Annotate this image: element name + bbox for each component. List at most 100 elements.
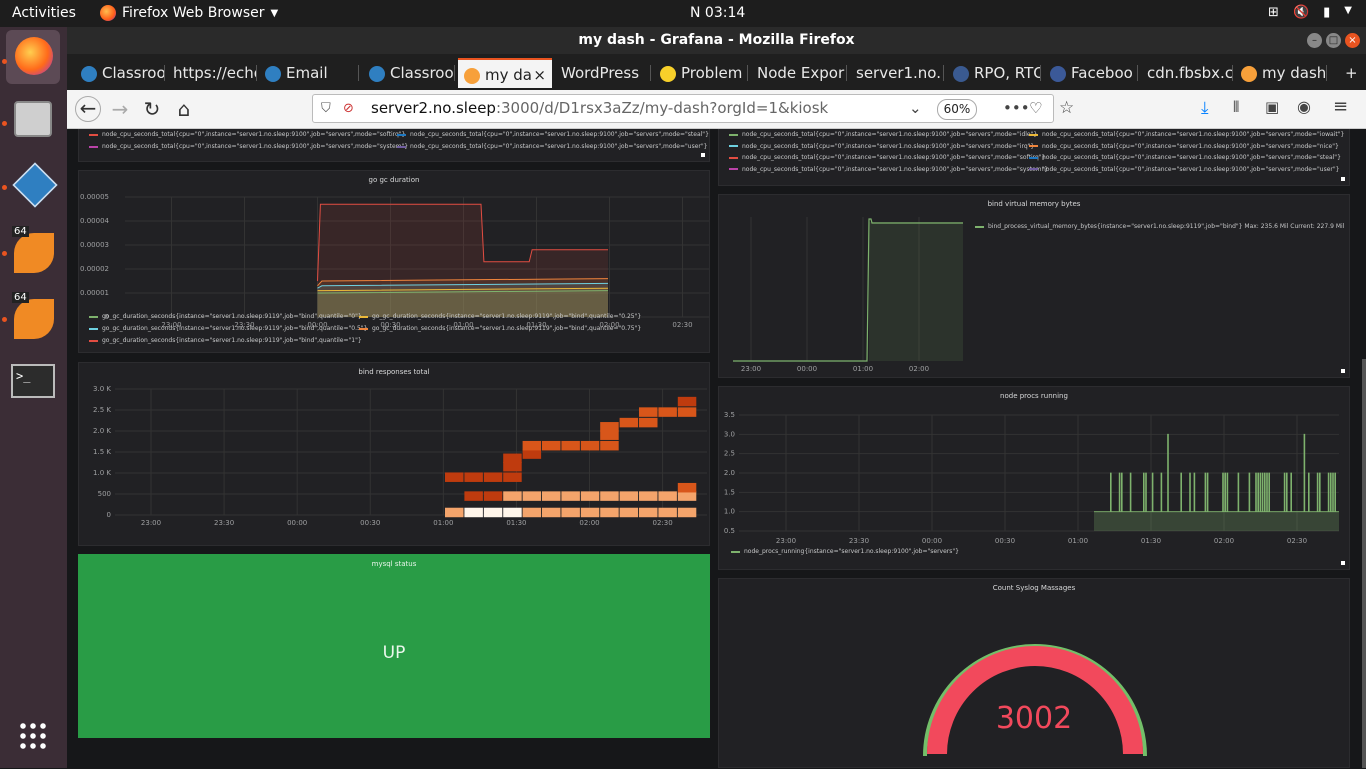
account-icon[interactable]: ◉	[1297, 97, 1311, 116]
more-actions-icon[interactable]: •••	[1003, 95, 1030, 122]
tab-label: Faceboo	[1071, 64, 1133, 82]
heatmap-cell	[522, 449, 542, 459]
resize-handle[interactable]	[701, 153, 705, 157]
activities-button[interactable]: Activities	[12, 5, 76, 21]
heatmap-cell	[677, 507, 697, 518]
tick-label: 02:30	[1287, 537, 1307, 545]
url-bar[interactable]: ⛉ ⊘ server2.no.sleep:3000/d/D1rsx3aZz/my…	[312, 94, 1054, 123]
tab-2[interactable]: https://echo	[167, 58, 257, 88]
tick-label: 2.0	[724, 469, 735, 477]
new-tab-button[interactable]: +	[1339, 58, 1363, 88]
dock-virtualbox[interactable]	[6, 157, 60, 211]
app-menu[interactable]: Firefox Web Browser ▼	[100, 5, 278, 21]
legend-item[interactable]: node_cpu_seconds_total{cpu="0",instance=…	[89, 143, 408, 150]
panel-title[interactable]: node procs running	[719, 392, 1349, 400]
panel-title[interactable]: mysql status	[79, 560, 709, 568]
minimize-button[interactable]: –	[1307, 33, 1322, 48]
panel-title[interactable]: bind responses total	[79, 368, 709, 376]
tab-8[interactable]: Node Expor	[751, 58, 847, 88]
legend-item[interactable]: go_gc_duration_seconds{instance="server1…	[89, 313, 362, 320]
scrollbar[interactable]	[1362, 359, 1366, 768]
legend-item[interactable]: go_gc_duration_seconds{instance="server1…	[359, 325, 641, 332]
running-indicator	[2, 185, 7, 190]
series-area	[1094, 511, 1339, 531]
dock-app-64-a[interactable]: 64	[6, 223, 60, 277]
dock-files[interactable]	[6, 93, 60, 147]
legend-item[interactable]: node_cpu_seconds_total{cpu="0",instance=…	[397, 131, 709, 138]
forward-button[interactable]: →	[107, 96, 133, 122]
heatmap-cell	[677, 482, 697, 493]
download-icon[interactable]: ⤓	[1201, 98, 1209, 118]
legend-item[interactable]: go_gc_duration_seconds{instance="server1…	[359, 313, 641, 320]
pocket-icon[interactable]: ♡	[1029, 95, 1042, 122]
close-tab-icon[interactable]: ×	[533, 60, 546, 88]
files-icon	[14, 101, 52, 137]
panel-bind-responses-total: bind responses total 3.0 K 2.5 K 2.0 K 1.5 …	[78, 362, 710, 546]
panel-title[interactable]: bind virtual memory bytes	[719, 200, 1349, 208]
sidebar-icon[interactable]: ▣	[1265, 98, 1279, 116]
favicon-icon	[660, 65, 676, 82]
bookmark-star-icon[interactable]: ☆	[1059, 98, 1074, 118]
running-indicator	[2, 121, 7, 126]
library-icon[interactable]: ⫴	[1233, 98, 1239, 116]
heatmap-cell	[600, 440, 619, 451]
tab-6[interactable]: WordPress	[555, 58, 651, 88]
legend-item[interactable]: node_procs_running{instance="server1.no.…	[731, 548, 959, 555]
tab-9[interactable]: server1.no.	[850, 58, 944, 88]
legend-item[interactable]: node_cpu_seconds_total{cpu="0",instance=…	[89, 131, 405, 138]
legend-item[interactable]: node_cpu_seconds_total{cpu="0",instance=…	[1029, 131, 1344, 138]
home-button[interactable]: ⌂	[171, 96, 197, 122]
tab-10[interactable]: RPO, RTO	[947, 58, 1041, 88]
clock[interactable]: N 03:14	[690, 5, 745, 21]
gc-chart: 0.000050.000040.000030.000020.00001023:0…	[80, 193, 709, 329]
status-value: UP	[382, 643, 406, 663]
tick-label: 02:00	[1214, 537, 1234, 545]
maximize-button[interactable]: □	[1326, 33, 1341, 48]
tick-label: 0.00004	[80, 217, 109, 225]
legend-item[interactable]: go_gc_duration_seconds{instance="server1…	[89, 325, 367, 332]
tab-11[interactable]: Faceboo	[1044, 58, 1138, 88]
legend-item[interactable]: bind_process_virtual_memory_bytes{instan…	[975, 223, 1344, 230]
dock-firefox[interactable]	[6, 30, 60, 84]
tab-3[interactable]: Email	[259, 58, 359, 88]
tab-1[interactable]: Classroo	[75, 58, 165, 88]
tab-label: WordPress	[561, 64, 640, 82]
legend-item[interactable]: node_cpu_seconds_total{cpu="0",instance=…	[1029, 143, 1339, 150]
favicon-icon	[265, 65, 281, 82]
menu-icon[interactable]: ≡	[1333, 96, 1348, 117]
panel-bind-virtual-memory: bind virtual memory bytes 23:00 00:00 01:0…	[718, 194, 1350, 378]
resize-handle[interactable]	[1341, 177, 1345, 181]
tab-4[interactable]: Classroo	[363, 58, 455, 88]
close-button[interactable]: ×	[1345, 33, 1360, 48]
legend-item[interactable]: node_cpu_seconds_total{cpu="0",instance=…	[729, 154, 1045, 161]
legend-item[interactable]: node_cpu_seconds_total{cpu="0",instance=…	[1029, 166, 1339, 173]
tick-label: 0.00001	[80, 289, 109, 297]
legend-item[interactable]: node_cpu_seconds_total{cpu="0",instance=…	[729, 143, 1034, 150]
reload-button[interactable]: ↻	[139, 96, 165, 122]
heatmap-cell	[542, 440, 561, 451]
back-button[interactable]: ←	[75, 96, 101, 122]
legend-item[interactable]: node_cpu_seconds_total{cpu="0",instance=…	[1029, 154, 1341, 161]
tab-12[interactable]: cdn.fbsbx.c	[1141, 58, 1233, 88]
show-applications-button[interactable]	[6, 711, 60, 765]
heatmap-cell	[561, 440, 580, 451]
panel-title[interactable]: go gc duration	[79, 176, 709, 184]
heatmap-cell	[677, 396, 697, 407]
legend-item[interactable]: go_gc_duration_seconds{instance="server1…	[89, 337, 362, 344]
resize-handle[interactable]	[1341, 369, 1345, 373]
chevron-down-icon[interactable]: ⌄	[909, 95, 922, 122]
legend-item[interactable]: node_cpu_seconds_total{cpu="0",instance=…	[729, 131, 1037, 138]
legend-item[interactable]: node_cpu_seconds_total{cpu="0",instance=…	[729, 166, 1048, 173]
tab-5[interactable]: my da ×	[458, 58, 552, 88]
tab-13[interactable]: my dash	[1235, 58, 1327, 88]
dock-terminal[interactable]: >_	[6, 355, 60, 409]
system-tray[interactable]: ⊞ 🔇 ▮ ▼	[1268, 5, 1352, 20]
resize-handle[interactable]	[1341, 561, 1345, 565]
legend-item[interactable]: node_cpu_seconds_total{cpu="0",instance=…	[397, 143, 707, 150]
heatmap-cell	[464, 472, 483, 482]
terminal-icon: >_	[11, 364, 55, 398]
tick-label: 1.5	[724, 488, 735, 496]
tab-7[interactable]: Problem	[654, 58, 748, 88]
zoom-level[interactable]: 60%	[937, 99, 977, 120]
dock-app-64-b[interactable]: 64	[6, 289, 60, 343]
